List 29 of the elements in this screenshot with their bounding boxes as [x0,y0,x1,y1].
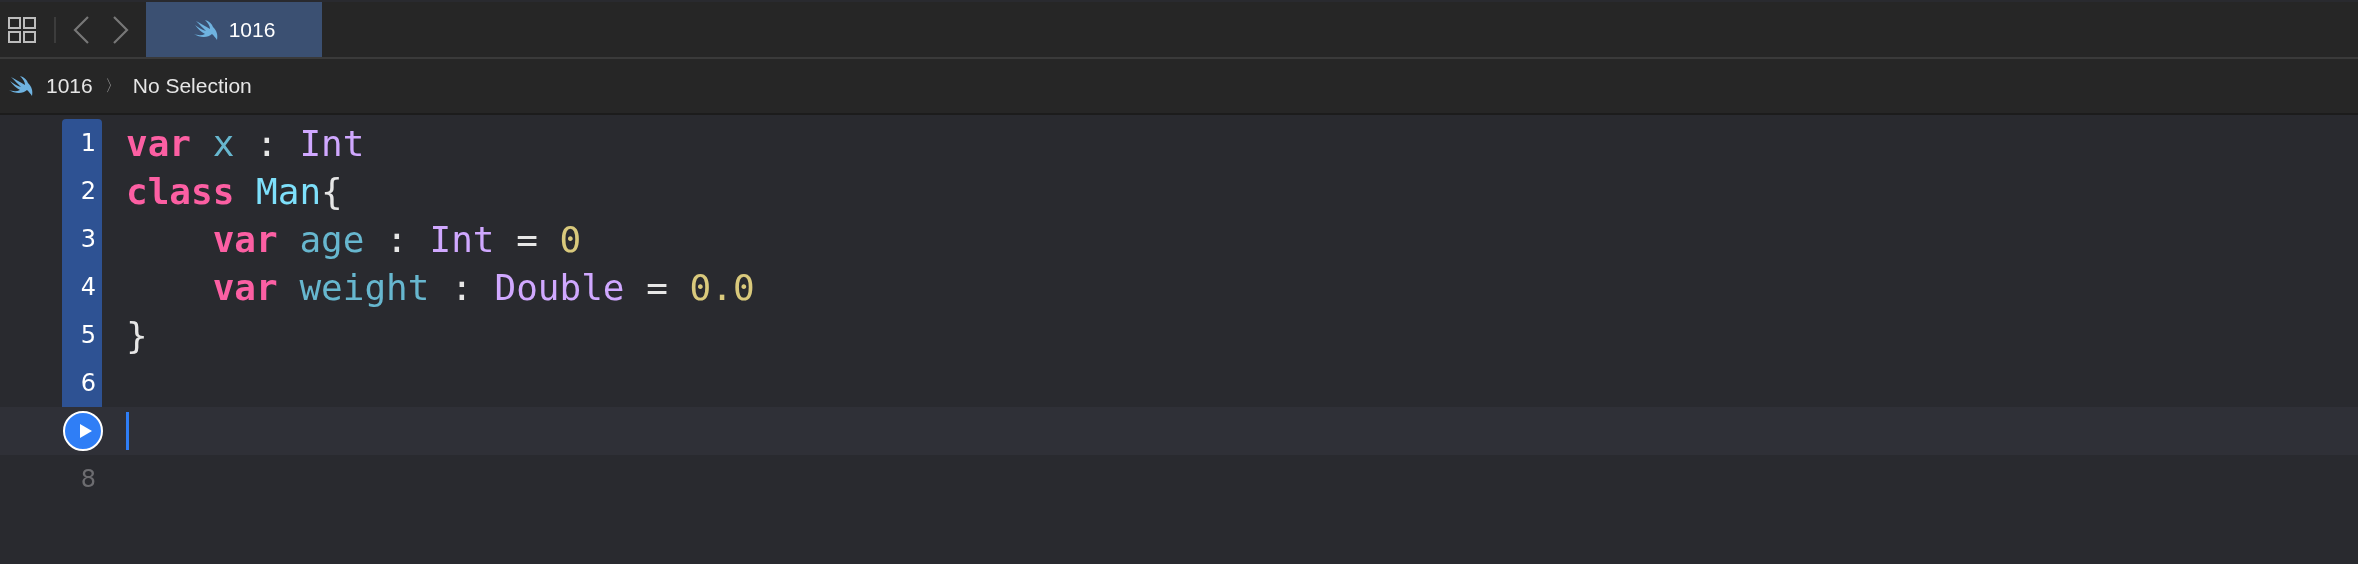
breadcrumb-item[interactable]: 1016 [46,74,93,98]
grid-icon[interactable] [8,16,36,43]
code-line: var x : Int [126,121,365,166]
breadcrumb-item[interactable]: No Selection [132,74,252,98]
forward-icon[interactable] [112,14,130,45]
line-number: 3 [80,225,97,253]
line-number: 8 [80,465,97,493]
chevron-separator: 〉 [104,75,121,96]
line-number: 2 [80,177,97,205]
run-range-bar[interactable]: 2 [62,167,102,215]
line-number: 1 [80,129,97,157]
code-line: var age : Int = 0 [211,217,582,262]
line-number: 6 [80,369,97,397]
line-number: 4 [80,273,97,301]
run-range-bar[interactable]: 1 [62,119,102,167]
code-line: var weight : Double = 0.0 [211,265,755,310]
bird-icon [192,18,219,41]
run-range-bar[interactable]: 4 [62,263,102,311]
back-icon[interactable] [72,14,90,45]
bird-icon [8,75,34,97]
code-line: } [126,313,148,358]
text-cursor [126,412,129,450]
run-button[interactable] [63,411,103,451]
run-range-bar[interactable]: 5 [62,311,102,359]
line-number: 5 [80,321,97,349]
file-tab[interactable]: 1016 [146,2,322,57]
code-line: class Man{ [126,169,343,214]
run-range-bar[interactable]: 6 [62,359,102,407]
run-range-bar[interactable]: 3 [62,215,102,263]
